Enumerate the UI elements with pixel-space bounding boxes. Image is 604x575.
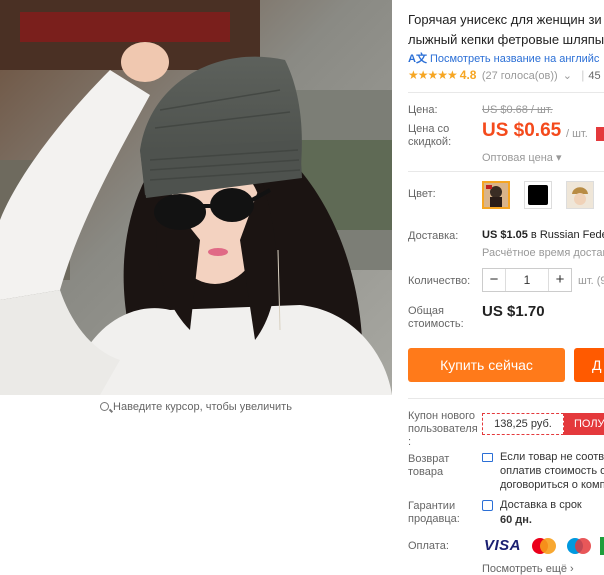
discount-label-line2: скидкой: — [408, 136, 452, 148]
magnifier-icon — [100, 402, 110, 411]
returns-line2: оплатив стоимость о — [500, 465, 604, 477]
product-title-line2: лыжный кепки фетровые шляпы — [408, 32, 604, 47]
more-payment-text: Посмотреть ещё — [482, 563, 567, 575]
coupon-label-line3: : — [408, 436, 412, 448]
shipping-time: Расчётное время доставк — [482, 247, 604, 259]
original-price: US $0.68 / шт. — [482, 104, 553, 116]
guarantee-label: Гарантии продавца: — [408, 500, 460, 526]
swatch-black-icon — [528, 185, 548, 205]
product-main-image[interactable] — [0, 0, 392, 395]
color-label: Цвет: — [408, 188, 436, 200]
more-payment-link[interactable]: Посмотреть ещё › — [482, 563, 574, 575]
price-label: Цена: — [408, 104, 438, 116]
product-photo — [0, 0, 392, 395]
divider — [408, 92, 604, 93]
caret-down-icon: ▾ — [552, 152, 562, 164]
guarantee-label-line1: Гарантии — [408, 500, 456, 512]
swatch-photo-icon — [484, 183, 508, 207]
shipping-info[interactable]: US $1.05 в Russian Fede — [482, 229, 604, 241]
returns-icon — [482, 453, 493, 462]
quantity-input[interactable]: 1 — [505, 269, 549, 291]
total-label: Общая стоимость: — [408, 305, 464, 331]
guarantee-icon — [482, 500, 493, 511]
discount-price-label: Цена со скидкой: — [408, 123, 451, 149]
quantity-available: шт. (9 — [578, 275, 604, 287]
total-price: US $1.70 — [482, 303, 545, 320]
product-title: Горячая унисекс для женщин зи лыжный кеп… — [408, 10, 604, 50]
shipping-price: US $1.05 — [482, 229, 528, 241]
translate-title-link[interactable]: A文 Посмотреть название на английс — [408, 50, 599, 66]
buy-now-button[interactable]: Купить сейчас — [408, 348, 565, 382]
sale-price: US $0.65 — [482, 120, 562, 141]
reviews-link[interactable]: (27 голоса(ов)) — [482, 70, 558, 82]
color-swatch-3[interactable] — [566, 181, 594, 209]
shipping-label: Доставка: — [408, 230, 459, 242]
total-label-line1: Общая — [408, 305, 444, 317]
quantity-stepper: − 1 + — [482, 268, 572, 292]
product-details: Горячая унисекс для женщин зи лыжный кеп… — [408, 0, 604, 575]
guarantee-text: Доставка в срок 60 дн. — [500, 498, 582, 528]
translate-icon: A文 — [408, 53, 427, 65]
quantity-minus-button[interactable]: − — [483, 269, 506, 291]
visa-icon: VISA — [484, 537, 522, 554]
wholesale-label: Оптовая цена — [482, 152, 553, 164]
translate-link-text: Посмотреть название на английс — [429, 53, 600, 65]
rating-row: ★★★★★ 4.8 (27 голоса(ов)) ⌄ | 45 — [408, 68, 601, 82]
returns-label-line2: товара — [408, 466, 444, 478]
payment-label: Оплата: — [408, 540, 449, 552]
separator: | — [581, 68, 585, 82]
coupon-value: 138,25 руб. — [482, 413, 564, 435]
returns-label-line1: Возврат — [408, 453, 450, 465]
payment-method-icon — [600, 537, 604, 555]
returns-line3: договориться о комп — [500, 479, 604, 491]
add-to-cart-button[interactable]: Д — [574, 348, 604, 382]
shipping-destination: в Russian Fede — [527, 229, 604, 241]
chevron-right-icon: › — [570, 563, 574, 575]
rating-value: 4.8 — [459, 68, 477, 82]
quantity-label: Количество: — [408, 275, 471, 287]
guarantee-label-line2: продавца: — [408, 513, 460, 525]
guarantee-line2: 60 дн. — [500, 514, 532, 526]
color-swatch-2[interactable] — [524, 181, 552, 209]
chevron-down-icon[interactable]: ⌄ — [560, 70, 572, 82]
new-user-coupon-label: Купон нового пользователя : — [408, 410, 478, 449]
returns-label: Возврат товара — [408, 453, 449, 479]
color-swatch-1[interactable] — [482, 181, 510, 209]
coupon-label-line1: Купон нового — [408, 410, 476, 422]
maestro-icon — [567, 538, 591, 554]
get-coupon-button[interactable]: ПОЛУ — [564, 413, 604, 435]
zoom-hint-text: Наведите курсор, чтобы увеличить — [113, 401, 292, 413]
discount-label-line1: Цена со — [408, 123, 450, 135]
price-unit: / шт. — [566, 128, 588, 140]
star-rating-icon: ★★★★★ — [408, 68, 458, 82]
coupon-label-line2: пользователя — [408, 423, 478, 435]
orders-count: 45 — [588, 70, 601, 82]
guarantee-line1: Доставка в срок — [500, 499, 582, 511]
product-title-line1: Горячая унисекс для женщин зи — [408, 12, 602, 27]
wholesale-price-toggle[interactable]: Оптовая цена ▾ — [482, 151, 561, 164]
returns-text: Если товар не соотве оплатив стоимость о… — [500, 450, 604, 492]
swatch-photo-icon — [567, 182, 593, 208]
divider — [408, 171, 604, 172]
mastercard-icon — [532, 538, 556, 554]
zoom-hint: Наведите курсор, чтобы увеличить — [0, 401, 392, 413]
divider — [408, 398, 604, 399]
returns-line1: Если товар не соотве — [500, 451, 604, 463]
total-label-line2: стоимость: — [408, 318, 464, 330]
quantity-plus-button[interactable]: + — [548, 269, 571, 291]
discount-badge — [596, 127, 604, 141]
